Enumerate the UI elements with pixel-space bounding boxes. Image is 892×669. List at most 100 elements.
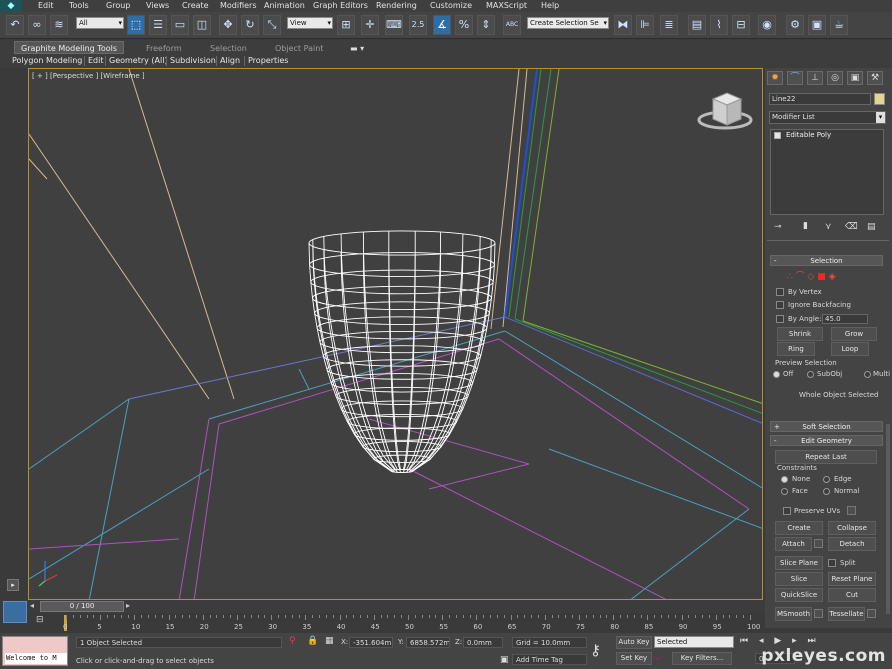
select-by-name-icon[interactable]: ☰ — [149, 15, 167, 35]
angle-snap-icon[interactable]: ∡ — [433, 15, 451, 35]
object-name-field[interactable]: Line22 — [769, 93, 871, 105]
playback-controls[interactable]: ⏮ ◂ ▶ ▸ ⏭ — [740, 636, 820, 646]
graphite-toggle-icon[interactable]: ▤ — [688, 15, 706, 35]
constraint-face-radio[interactable] — [781, 488, 788, 495]
shrink-button[interactable]: Shrink — [777, 327, 823, 341]
angle-spinner-field[interactable]: 45.0 — [822, 314, 868, 324]
menu-help[interactable]: Help — [541, 0, 559, 12]
make-unique-icon[interactable]: ⋎ — [825, 222, 832, 232]
menu-tools[interactable]: Tools — [69, 0, 89, 12]
listener-input[interactable]: Welcome to M — [5, 653, 67, 664]
schematic-view-icon[interactable]: ⊟ — [732, 15, 750, 35]
motion-tab-icon[interactable]: ◎ — [827, 71, 843, 85]
subtab-properties[interactable]: Properties — [248, 55, 288, 67]
modify-tab-icon[interactable]: ⌒ — [787, 71, 803, 85]
move-icon[interactable]: ✥ — [219, 15, 237, 35]
display-tab-icon[interactable]: ▣ — [847, 71, 863, 85]
by-vertex-checkbox[interactable] — [776, 288, 784, 296]
grow-button[interactable]: Grow — [831, 327, 877, 341]
remove-modifier-icon[interactable]: ⌫ — [845, 222, 858, 232]
preserve-uvs-checkbox[interactable] — [783, 507, 791, 515]
ribbon-options-icon[interactable]: ▬ ▾ — [350, 42, 364, 55]
subobject-level-icons[interactable]: ∴ ⌒ ◇ ■ ◈ — [787, 269, 836, 282]
expand-arrow-icon[interactable]: ▸ — [7, 579, 19, 591]
subtab-polygon-modeling[interactable]: Polygon Modeling — [12, 55, 82, 67]
set-key-button[interactable]: Set Key — [616, 652, 652, 665]
constraint-none-radio[interactable] — [781, 476, 788, 483]
rotate-icon[interactable]: ↻ — [241, 15, 259, 35]
link-icon[interactable]: ∞ — [28, 15, 46, 35]
reset-plane-button[interactable]: Reset Plane — [828, 572, 876, 586]
y-coordinate-field[interactable]: 6858.572m — [406, 637, 450, 648]
attach-settings-icon[interactable] — [814, 539, 823, 548]
subtab-geometry-all[interactable]: Geometry (All) — [109, 55, 168, 67]
perspective-viewport[interactable]: [ + ] [Perspective ] [Wireframe ] — [28, 68, 763, 600]
named-selection-sets-dropdown[interactable]: Create Selection Se — [527, 17, 609, 29]
key-icon[interactable]: ⚷ — [590, 641, 601, 659]
edit-named-sets-icon[interactable]: ABC — [503, 15, 521, 35]
ring-button[interactable]: Ring — [777, 342, 815, 356]
render-production-icon[interactable]: ☕ — [830, 15, 848, 35]
align-icon[interactable]: ⊫ — [636, 15, 654, 35]
chevron-right-icon[interactable]: ▸ — [126, 601, 134, 612]
subtab-align[interactable]: Align — [220, 55, 240, 67]
viewcube-icon[interactable] — [697, 92, 753, 130]
preview-subobj-radio[interactable] — [807, 371, 814, 378]
menu-rendering[interactable]: Rendering — [376, 0, 417, 12]
object-color-swatch[interactable] — [874, 93, 885, 105]
tab-object-paint[interactable]: Object Paint — [275, 42, 323, 55]
default-tangent-icon[interactable]: ⌵ — [654, 652, 662, 663]
configure-modifier-sets-icon[interactable]: ▤ — [867, 222, 876, 232]
snaps-toggle-icon[interactable]: 2.5 — [409, 15, 427, 35]
mirror-icon[interactable]: ⧓ — [614, 15, 632, 35]
tessellate-button[interactable]: Tessellate — [828, 607, 865, 621]
selection-lock-icon[interactable]: 🔒 — [307, 636, 318, 646]
time-slider[interactable]: ◂ 0 / 100 ▸ — [0, 600, 765, 613]
stack-item-editable-poly[interactable]: Editable Poly — [786, 131, 831, 139]
pin-stack-icon[interactable]: ⊸ — [774, 222, 782, 232]
rect-selection-icon[interactable]: ▭ — [171, 15, 189, 35]
z-coordinate-field[interactable]: 0.0mm — [463, 637, 503, 648]
key-mode-dropdown[interactable]: Selected — [654, 636, 734, 648]
tessellate-settings-icon[interactable] — [867, 609, 876, 618]
tab-freeform[interactable]: Freeform — [146, 42, 182, 55]
preserve-uvs-settings-icon[interactable] — [847, 506, 856, 515]
viewport-label[interactable]: [ + ] [Perspective ] [Wireframe ] — [32, 72, 145, 80]
menu-graph-editors[interactable]: Graph Editors — [313, 0, 368, 12]
render-setup-icon[interactable]: ⚙ — [786, 15, 804, 35]
time-slider-thumb[interactable]: 0 / 100 — [40, 601, 124, 612]
viewport-scene[interactable] — [29, 69, 763, 600]
menu-create[interactable]: Create — [182, 0, 209, 12]
window-crossing-icon[interactable]: ◫ — [193, 15, 211, 35]
slice-plane-button[interactable]: Slice Plane — [775, 556, 823, 570]
constraint-normal-radio[interactable] — [823, 488, 830, 495]
by-angle-checkbox[interactable] — [776, 315, 784, 323]
isolate-selection-icon[interactable]: ⚲ — [289, 636, 296, 646]
repeat-last-button[interactable]: Repeat Last — [775, 450, 877, 464]
msmooth-settings-icon[interactable] — [814, 609, 823, 618]
subtab-edit[interactable]: Edit — [88, 55, 104, 67]
collapse-button[interactable]: Collapse — [828, 521, 876, 535]
bind-spacewarp-icon[interactable]: ≋ — [50, 15, 68, 35]
scale-icon[interactable]: ⤡ — [263, 15, 281, 35]
track-bar-toggle-icon[interactable]: ⊟ — [36, 615, 44, 625]
material-editor-icon[interactable]: ◉ — [758, 15, 776, 35]
mini-curve-editor-icon[interactable] — [3, 601, 27, 623]
select-manipulate-icon[interactable]: ✛ — [361, 15, 379, 35]
preview-multi-radio[interactable] — [864, 371, 871, 378]
preview-off-radio[interactable] — [773, 371, 780, 378]
utilities-tab-icon[interactable]: ⚒ — [867, 71, 883, 85]
edit-geometry-rollout-header[interactable]: - Edit Geometry — [770, 435, 883, 446]
tab-graphite-modeling-tools[interactable]: Graphite Modeling Tools — [14, 41, 125, 54]
layer-manager-icon[interactable]: ≣ — [660, 15, 678, 35]
selection-rollout-header[interactable]: - Selection — [770, 255, 883, 266]
slice-button[interactable]: Slice — [775, 572, 823, 586]
create-button[interactable]: Create — [775, 521, 823, 535]
menu-customize[interactable]: Customize — [430, 0, 472, 12]
pivot-center-icon[interactable]: ⊞ — [337, 15, 355, 35]
menu-views[interactable]: Views — [146, 0, 169, 12]
split-checkbox[interactable] — [828, 559, 836, 567]
add-time-tag-field[interactable]: Add Time Tag — [512, 654, 587, 665]
tab-selection[interactable]: Selection — [210, 42, 247, 55]
detach-button[interactable]: Detach — [828, 537, 876, 551]
